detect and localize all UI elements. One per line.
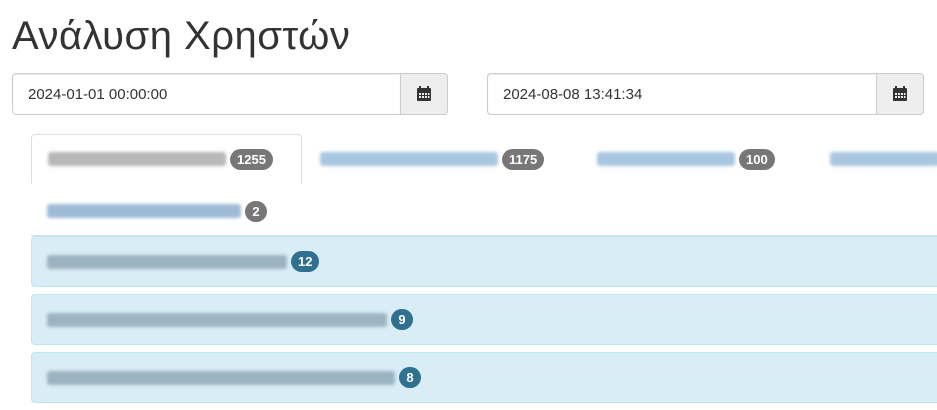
page-title: Ανάλυση Χρηστών [12,14,351,58]
start-date-group [12,73,448,115]
tab-label-redacted [47,204,241,218]
start-calendar-button[interactable] [400,73,448,115]
tab-count-badge: 1175 [502,148,545,170]
start-date-input[interactable] [12,73,400,115]
tab-5[interactable]: 2 [31,186,283,236]
tab-label-redacted [830,152,937,166]
user-tabs: 1255 1175 100 2 [31,134,937,236]
item-label-redacted [47,370,395,385]
list-item[interactable]: 9 [31,294,937,345]
end-date-input[interactable] [487,73,876,115]
tab-count-badge: 100 [739,148,775,170]
calendar-icon [893,86,907,101]
tab-label-redacted [48,152,226,166]
tab-4[interactable] [814,134,937,184]
item-count-badge: 12 [291,251,320,272]
calendar-icon [417,86,431,101]
item-count-badge: 9 [391,309,413,330]
list-item[interactable]: 12 [31,236,937,287]
tab-count-badge: 1255 [230,148,273,170]
tab-2[interactable]: 1175 [304,134,560,184]
tab-1[interactable]: 1255 [31,134,302,184]
user-list: 12 9 8 [31,236,937,410]
tab-label-redacted [320,152,498,166]
tab-3[interactable]: 100 [581,134,791,184]
tab-count-badge: 2 [245,200,267,222]
tab-label-redacted [597,152,735,166]
list-item[interactable]: 8 [31,352,937,403]
item-label-redacted [47,254,287,269]
end-date-group [487,73,924,115]
item-count-badge: 8 [399,367,421,388]
item-label-redacted [47,312,387,327]
end-calendar-button[interactable] [876,73,924,115]
